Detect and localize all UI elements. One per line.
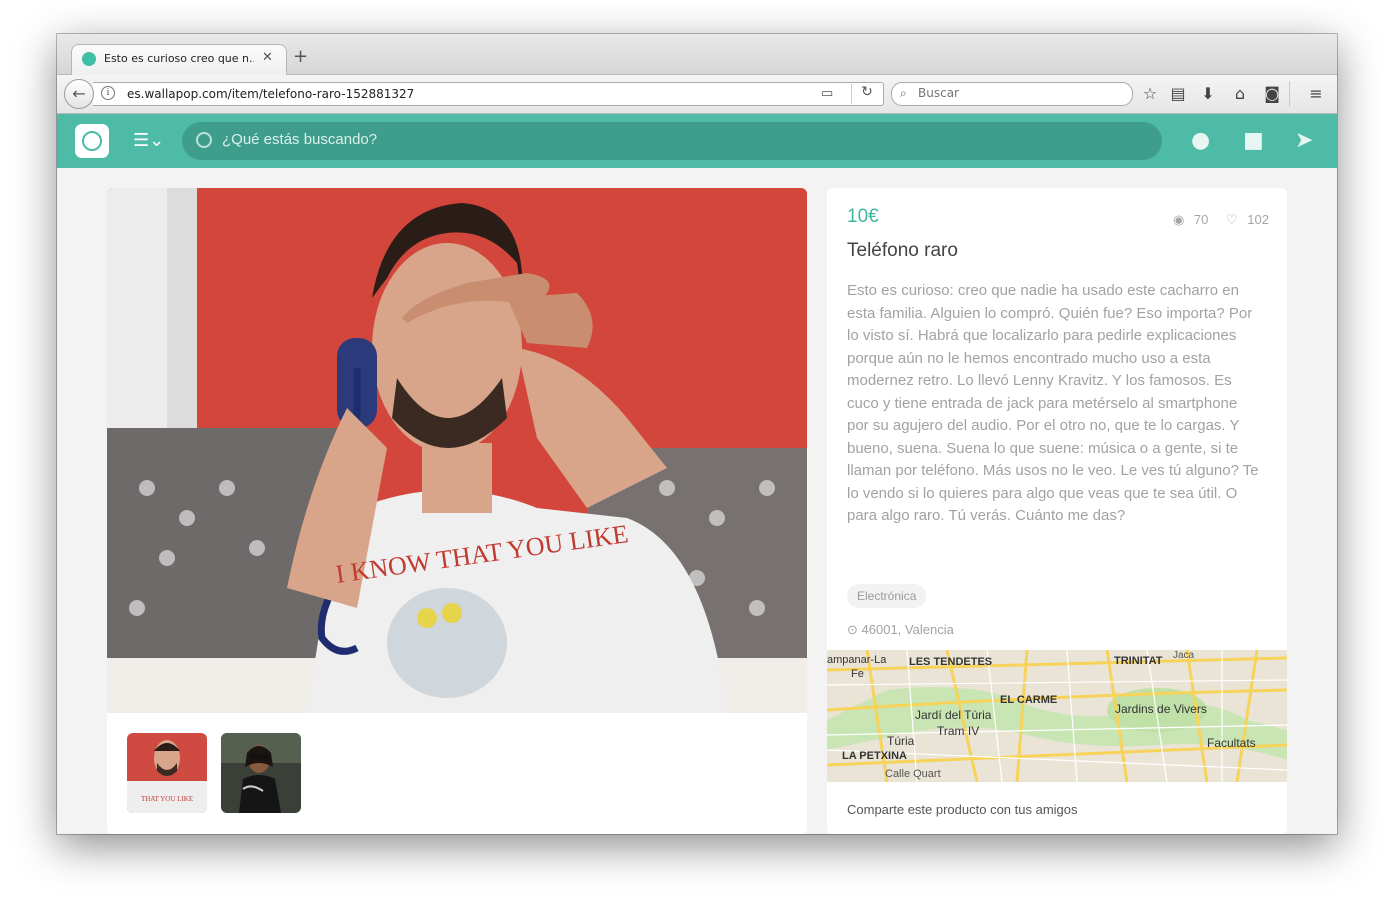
navigation-bar: i es.wallapop.com/item/telefono-raro-152…	[57, 75, 1337, 114]
new-tab-button[interactable]: +	[293, 46, 308, 67]
browser-tab[interactable]: Esto es curioso creo que n... ✕	[71, 44, 287, 75]
site-header: ☰⌄ ● ■ ➤	[57, 114, 1337, 168]
thumbnail-1[interactable]: THAT YOU LIKE	[127, 733, 207, 813]
tab-close-icon[interactable]: ✕	[262, 50, 273, 65]
bookmarks-list-icon[interactable]: ▤	[1168, 84, 1188, 103]
site-info-icon[interactable]: i	[101, 86, 115, 100]
downloads-icon[interactable]: ⬇	[1198, 84, 1218, 103]
android-icon[interactable]: ■	[1243, 128, 1264, 153]
svg-text:THAT YOU LIKE: THAT YOU LIKE	[141, 795, 193, 803]
categories-menu-icon[interactable]: ☰⌄	[133, 130, 167, 152]
heart-icon[interactable]: ♡	[1226, 212, 1238, 227]
main-content: I KNOW THAT YOU LIKE THAT YOU LIKE 10€ ◉…	[57, 168, 1337, 834]
category-tag[interactable]: Electrónica	[847, 584, 927, 608]
map-label-turia: Túria	[887, 734, 915, 748]
apple-icon[interactable]: ●	[1191, 128, 1210, 153]
map-label-vivers: Jardins de Vivers	[1115, 702, 1207, 716]
toolbar-separator	[1289, 81, 1290, 107]
hamburger-menu-icon[interactable]: ≡	[1306, 84, 1326, 103]
tab-title: Esto es curioso creo que n...	[104, 52, 254, 65]
map-label-petxina: LA PETXINA	[842, 750, 907, 762]
location-text: 46001, Valencia	[861, 622, 954, 637]
item-description: Esto es curioso: creo que nadie ha usado…	[847, 282, 1259, 524]
url-bar[interactable]: i es.wallapop.com/item/telefono-raro-152…	[93, 82, 884, 106]
wallapop-logo-icon[interactable]	[75, 124, 109, 158]
browser-window: Esto es curioso creo que n... ✕ + i es.w…	[57, 34, 1337, 834]
back-button[interactable]: ←	[64, 79, 94, 109]
map-label-jaca: Jaca	[1173, 650, 1195, 661]
likes-count: 102	[1247, 212, 1269, 227]
share-text: Comparte este producto con tus amigos	[847, 802, 1078, 817]
item-title: Teléfono raro	[847, 240, 958, 261]
pocket-icon[interactable]: ◙	[1262, 84, 1282, 103]
views-count: 70	[1193, 212, 1209, 227]
item-location: ⊙ 46001, Valencia	[847, 622, 954, 638]
map-label-carme: EL CARME	[1000, 694, 1058, 706]
site-search-bar[interactable]	[182, 122, 1162, 160]
item-info-card: 10€ ◉ 70 ♡ 102 Teléfono raro Esto es cur…	[827, 188, 1287, 834]
item-price: 10€	[847, 206, 879, 227]
map-label-tendetes: LES TENDETES	[909, 656, 993, 668]
paper-plane-icon[interactable]: ➤	[1295, 128, 1313, 153]
map-label-facultats: Facultats	[1207, 736, 1256, 750]
map-label-tram: Tram IV	[937, 724, 980, 738]
thumbnail-2[interactable]	[221, 733, 301, 813]
browser-search-input[interactable]	[918, 86, 1118, 100]
photo-card: I KNOW THAT YOU LIKE THAT YOU LIKE	[107, 188, 807, 834]
eye-icon: ◉	[1172, 212, 1185, 227]
main-product-photo[interactable]: I KNOW THAT YOU LIKE	[107, 188, 807, 713]
logo-mark	[82, 131, 102, 151]
tab-strip: Esto es curioso creo que n... ✕ +	[57, 34, 1337, 75]
search-icon: ⌕	[900, 86, 907, 100]
item-stats: ◉ 70 ♡ 102	[1167, 212, 1269, 228]
map-label-campanar-fe: Fe	[851, 668, 864, 680]
reload-icon[interactable]: ↻	[851, 84, 882, 104]
location-map[interactable]: ampanar-La Fe LES TENDETES TRINITAT EL C…	[827, 650, 1287, 782]
search-icon	[196, 132, 212, 148]
map-label-campanar: ampanar-La	[827, 654, 887, 666]
map-label-trinitat: TRINITAT	[1114, 655, 1163, 667]
map-label-quart: Calle Quart	[885, 768, 941, 780]
reader-view-icon[interactable]: ▭	[821, 86, 833, 101]
url-text[interactable]: es.wallapop.com/item/telefono-raro-15288…	[127, 87, 414, 101]
map-label-turia-garden: Jardí del Túria	[915, 708, 992, 722]
location-pin-icon: ⊙	[847, 622, 858, 637]
browser-search-bar[interactable]: ⌕	[891, 82, 1133, 106]
bookmark-star-icon[interactable]: ☆	[1140, 84, 1160, 103]
site-search-input[interactable]	[222, 131, 1122, 148]
wallapop-favicon-icon	[82, 52, 96, 66]
home-icon[interactable]: ⌂	[1230, 84, 1250, 103]
